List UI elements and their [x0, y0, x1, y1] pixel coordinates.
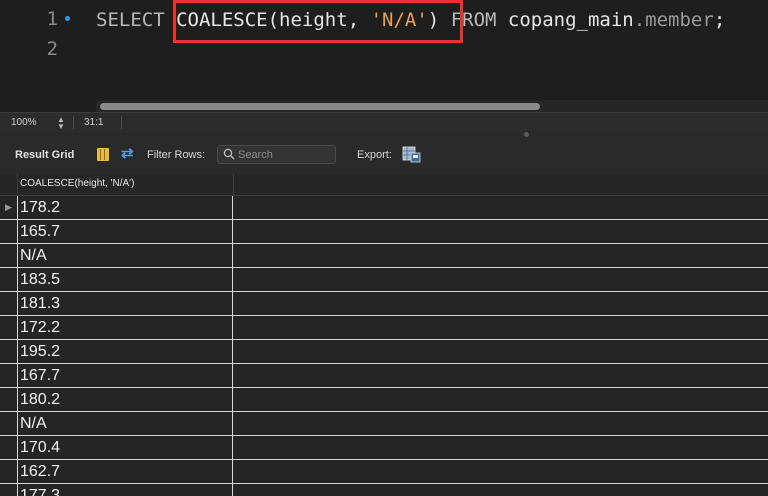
row-selector[interactable] — [0, 484, 18, 496]
column-divider[interactable] — [233, 174, 234, 196]
table-row[interactable]: 181.3 — [0, 292, 768, 316]
cell-divider — [232, 484, 233, 496]
row-selector[interactable] — [0, 412, 18, 435]
cell-divider — [232, 460, 233, 483]
cell-divider — [232, 388, 233, 411]
table-row[interactable]: 167.7 — [0, 364, 768, 388]
table-row[interactable]: 195.2 — [0, 340, 768, 364]
grid-header-row: COALESCE(height, 'N/A') — [0, 174, 768, 196]
table-cell[interactable]: 162.7 — [20, 463, 60, 481]
cell-divider — [232, 196, 233, 219]
row-gutter-header — [0, 174, 18, 196]
highlight-annotation-box — [173, 0, 463, 43]
row-selector[interactable] — [0, 364, 18, 387]
table-name: .member — [633, 9, 714, 31]
line-number-1: 1 — [46, 8, 58, 30]
row-selector[interactable] — [0, 340, 18, 363]
table-cell[interactable]: 195.2 — [20, 343, 60, 361]
panel-splitter-handle[interactable] — [524, 132, 529, 137]
column-header[interactable]: COALESCE(height, 'N/A') — [20, 178, 134, 189]
table-row[interactable]: 165.7 — [0, 220, 768, 244]
table-cell[interactable]: N/A — [20, 415, 47, 433]
cell-divider — [232, 340, 233, 363]
zoom-level: 100% — [11, 117, 37, 128]
table-row[interactable]: ▶ 178.2 — [0, 196, 768, 220]
table-row[interactable]: 183.5 — [0, 268, 768, 292]
table-row[interactable]: 172.2 — [0, 316, 768, 340]
execution-marker-icon — [65, 16, 70, 21]
cell-divider — [232, 268, 233, 291]
table-cell[interactable]: 181.3 — [20, 295, 60, 313]
table-row[interactable]: 177.3 — [0, 484, 768, 496]
status-divider — [121, 116, 122, 129]
table-cell[interactable]: 180.2 — [20, 391, 60, 409]
row-selector[interactable] — [0, 460, 18, 483]
cell-divider — [232, 316, 233, 339]
semicolon: ; — [713, 9, 726, 31]
row-selector[interactable] — [0, 316, 18, 339]
search-icon — [223, 148, 235, 160]
cursor-position: 31:1 — [84, 117, 104, 128]
result-grid-label: Result Grid — [15, 149, 75, 161]
row-selector[interactable] — [0, 388, 18, 411]
filter-rows-label: Filter Rows: — [147, 149, 206, 161]
editor-scrollbar-thumb[interactable] — [100, 103, 540, 110]
search-input[interactable] — [238, 147, 333, 162]
cell-divider — [232, 244, 233, 267]
cell-divider — [232, 412, 233, 435]
export-icon[interactable] — [402, 146, 421, 163]
zoom-stepper-icon[interactable]: ▲ ▼ — [56, 116, 66, 131]
table-cell[interactable]: 167.7 — [20, 367, 60, 385]
result-toolbar: Result Grid ⇄ Filter Rows: Export: — [0, 132, 768, 174]
sql-editor[interactable]: 1 2 SELECT COALESCE(height, 'N/A') FROM … — [0, 0, 768, 112]
result-grid[interactable]: COALESCE(height, 'N/A') ▶ 178.2 165.7 N/A 18… — [0, 174, 768, 496]
table-cell[interactable]: 178.2 — [20, 199, 60, 217]
table-row[interactable]: 180.2 — [0, 388, 768, 412]
table-row[interactable]: 170.4 — [0, 436, 768, 460]
line-number-2: 2 — [46, 38, 58, 60]
row-selector[interactable]: ▶ — [0, 196, 18, 219]
row-selector[interactable] — [0, 220, 18, 243]
row-selector[interactable] — [0, 436, 18, 459]
refresh-icon[interactable]: ⇄ — [121, 144, 134, 162]
table-cell[interactable]: 172.2 — [20, 319, 60, 337]
table-cell[interactable]: 165.7 — [20, 223, 60, 241]
editor-status-bar: 100% ▲ ▼ 31:1 — [0, 112, 768, 132]
cell-divider — [232, 436, 233, 459]
schema-name: copang_main — [507, 9, 634, 31]
grid-rows: ▶ 178.2 165.7 N/A 183.5 181.3 172.2 195.2 167.7 1… — [0, 196, 768, 496]
table-cell[interactable]: 177.3 — [20, 487, 60, 496]
table-cell[interactable]: 170.4 — [20, 439, 60, 457]
row-selector[interactable] — [0, 244, 18, 267]
table-row[interactable]: N/A — [0, 244, 768, 268]
table-cell[interactable]: 183.5 — [20, 271, 60, 289]
table-row[interactable]: 162.7 — [0, 460, 768, 484]
row-selector[interactable] — [0, 268, 18, 291]
grid-view-icon[interactable] — [97, 148, 109, 161]
status-divider — [73, 116, 74, 129]
table-cell[interactable]: N/A — [20, 247, 47, 265]
row-selector[interactable] — [0, 292, 18, 315]
cell-divider — [232, 220, 233, 243]
cell-divider — [232, 364, 233, 387]
table-row[interactable]: N/A — [0, 412, 768, 436]
cell-divider — [232, 292, 233, 315]
filter-search-box[interactable] — [217, 145, 336, 164]
export-label: Export: — [357, 149, 392, 161]
keyword-select: SELECT — [96, 9, 177, 31]
